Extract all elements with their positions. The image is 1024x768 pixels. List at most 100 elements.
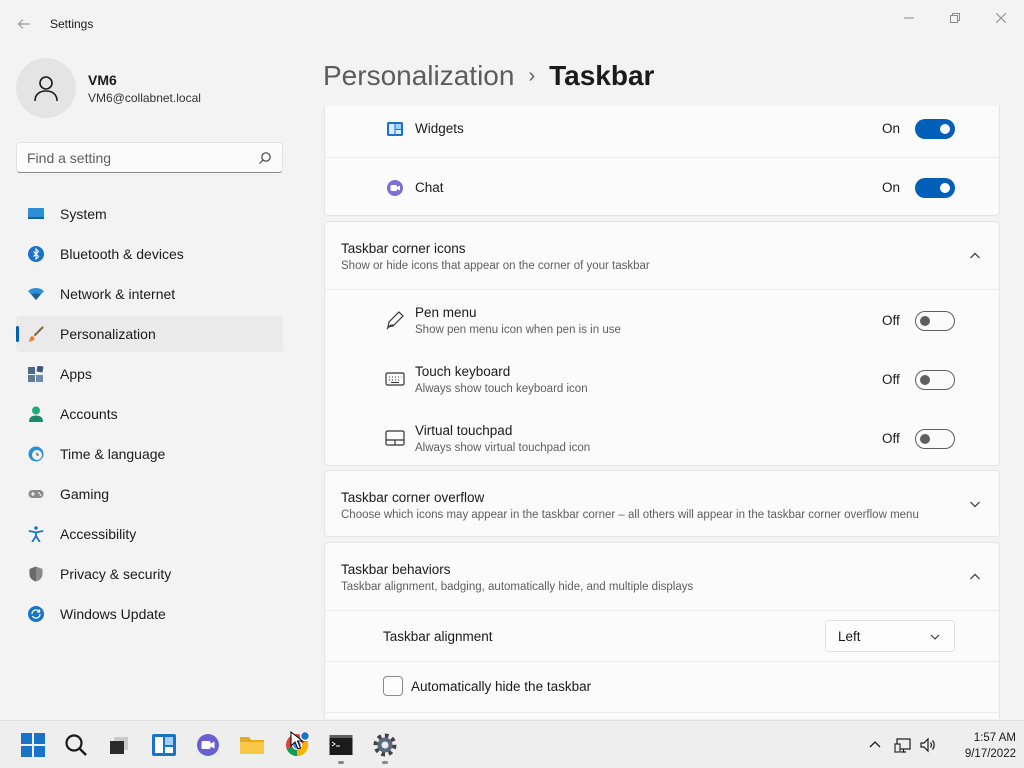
search-icon [65,734,87,756]
sidebar-item-system[interactable]: System [16,196,283,232]
sidebar-item-privacy[interactable]: Privacy & security [16,556,283,592]
chat-button[interactable] [195,732,221,758]
minimize-button[interactable] [894,8,924,28]
file-explorer-button[interactable] [239,732,265,758]
gear-icon [373,733,397,757]
sidebar-item-label: Accessibility [60,526,137,542]
search-input[interactable] [27,149,247,167]
sidebar-item-bluetooth[interactable]: Bluetooth & devices [16,236,283,272]
minimize-icon [904,17,914,19]
app-title: Settings [50,17,94,31]
chevron-up-icon[interactable] [969,571,981,583]
corner-icons-header[interactable]: Taskbar corner icons Show or hide icons … [325,222,999,289]
chevron-down-icon[interactable] [969,498,981,510]
clock-time: 1:57 AM [973,732,1016,744]
breadcrumb-parent[interactable]: Personalization [323,60,514,92]
touch-keyboard-row: Touch keyboard Always show touch keyboar… [325,349,999,408]
sidebar-item-time-language[interactable]: Time & language [16,436,283,472]
breadcrumb: Personalization › Taskbar [323,58,654,94]
task-view-button[interactable] [106,732,132,758]
sidebar-item-network[interactable]: Network & internet [16,276,283,312]
chat-icon [387,180,403,196]
chevron-down-icon [930,634,940,640]
pen-menu-title: Pen menu [415,305,477,320]
sidebar-item-accessibility[interactable]: Accessibility [16,516,283,552]
sidebar-item-label: Accounts [60,406,118,422]
avatar[interactable] [16,58,76,118]
sidebar-nav: System Bluetooth & devices Network & int… [16,196,283,636]
update-icon [28,606,44,622]
behaviors-header[interactable]: Taskbar behaviors Taskbar alignment, bad… [325,543,999,610]
mouse-cursor-icon [290,731,304,750]
corner-overflow-card[interactable]: Taskbar corner overflow Choose which ico… [324,470,1000,537]
toggle-knob [920,316,930,326]
terminal-button[interactable] [328,732,354,758]
taskbar-items-card: Widgets On Chat On [324,106,1000,216]
toggle-knob [940,183,950,193]
sidebar-item-label: Personalization [60,326,156,342]
bluetooth-icon [28,246,44,262]
search-box[interactable] [16,142,283,173]
apps-icon [28,366,44,382]
settings-content[interactable]: Widgets On Chat On Taskbar corner icons … [324,106,1000,719]
pen-icon [386,311,404,330]
person-icon [34,76,58,102]
sidebar-item-label: Privacy & security [60,566,172,582]
chat-label: Chat [415,180,444,195]
settings-button[interactable] [372,732,398,758]
running-indicator [382,761,388,764]
clock[interactable]: 1:57 AM 9/17/2022 [940,730,1016,762]
touch-keyboard-toggle[interactable] [915,370,955,390]
accessibility-icon [28,526,44,542]
breadcrumb-separator: › [528,64,536,87]
restore-button[interactable] [940,8,970,28]
chat-row: Chat On [325,158,999,216]
sidebar-item-label: Network & internet [60,286,176,302]
sidebar-item-apps[interactable]: Apps [16,356,283,392]
search-button[interactable] [63,732,89,758]
chevron-up-icon[interactable] [969,250,981,262]
sidebar-item-accounts[interactable]: Accounts [16,396,283,432]
user-email: VM6@collabnet.local [88,91,201,105]
windows-taskbar: 1:57 AM 9/17/2022 [0,720,1024,768]
touch-keyboard-title: Touch keyboard [415,364,511,379]
corner-icons-title: Taskbar corner icons [341,241,466,256]
widgets-state: On [882,121,901,136]
clock-date: 9/17/2022 [964,748,1016,760]
virtual-touchpad-toggle[interactable] [915,429,955,449]
alignment-dropdown[interactable]: Left [825,620,955,652]
virtual-touchpad-row: Virtual touchpad Always show virtual tou… [325,408,999,466]
sidebar-item-personalization[interactable]: Personalization [16,316,283,352]
chat-state: On [882,180,901,195]
user-name: VM6 [88,72,117,88]
sidebar-item-gaming[interactable]: Gaming [16,476,283,512]
corner-icons-subtitle: Show or hide icons that appear on the co… [341,260,650,272]
sidebar-item-windows-update[interactable]: Windows Update [16,596,283,632]
alignment-label: Taskbar alignment [383,629,493,644]
virtual-touchpad-state: Off [882,431,900,446]
chat-toggle[interactable] [915,178,955,198]
close-button[interactable] [986,8,1016,28]
behaviors-subtitle: Taskbar alignment, badging, automaticall… [341,581,694,593]
pen-menu-toggle[interactable] [915,311,955,331]
chat-icon [197,734,219,756]
folder-icon [240,737,264,754]
running-indicator [338,761,344,764]
autohide-checkbox[interactable] [383,676,403,696]
chevron-up-icon[interactable] [869,739,881,751]
pen-menu-state: Off [882,313,900,328]
widgets-label: Widgets [415,121,464,136]
back-button[interactable] [12,12,36,36]
volume-icon[interactable] [919,736,937,754]
widgets-button[interactable] [151,732,177,758]
start-button[interactable] [20,732,46,758]
search-icon[interactable] [258,151,272,165]
corner-overflow-subtitle: Choose which icons may appear in the tas… [341,509,919,521]
shield-icon [29,566,43,582]
autohide-label: Automatically hide the taskbar [411,679,592,694]
widgets-toggle[interactable] [915,119,955,139]
network-icon[interactable] [894,736,912,754]
touch-keyboard-subtitle: Always show touch keyboard icon [415,383,588,395]
title-bar: Settings [0,0,1024,48]
behaviors-title: Taskbar behaviors [341,562,451,577]
